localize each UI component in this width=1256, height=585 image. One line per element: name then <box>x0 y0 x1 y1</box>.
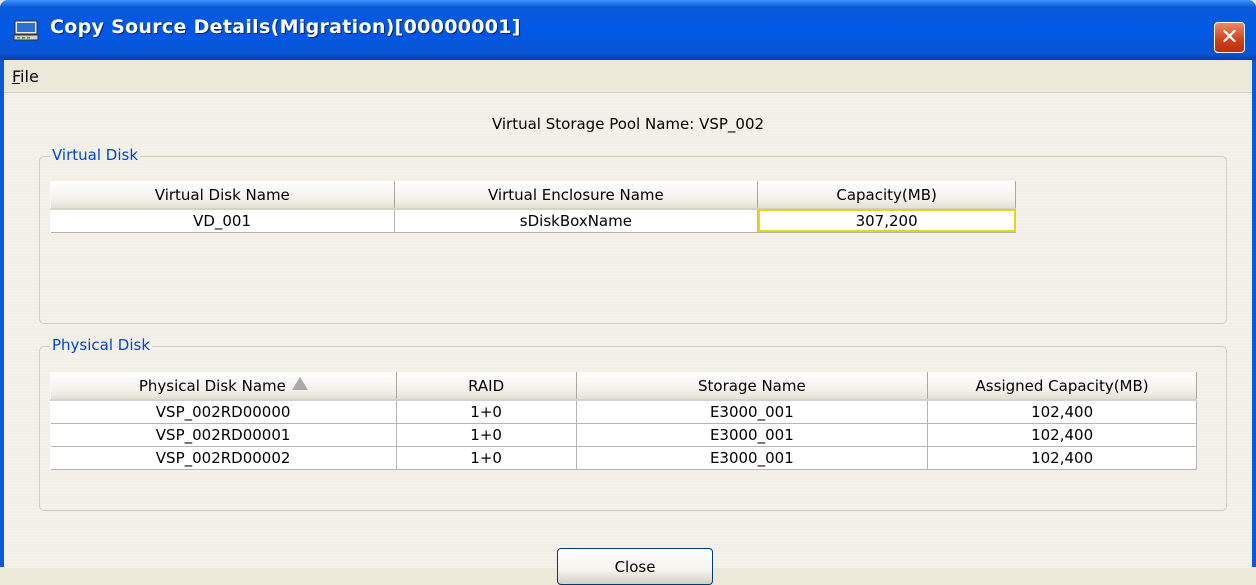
column-header-capacity[interactable]: Capacity(MB) <box>757 181 1016 210</box>
virtual-disk-group-label: Virtual Disk <box>50 146 141 164</box>
content-panel: Virtual Storage Pool Name: VSP_002 Virtu… <box>4 92 1252 568</box>
close-icon: ✕ <box>1220 24 1239 50</box>
title-bar[interactable]: Copy Source Details(Migration)[00000001]… <box>0 0 1256 60</box>
cell-virtual-disk-name[interactable]: VD_001 <box>50 209 395 233</box>
table-header-row: Virtual Disk Name Virtual Enclosure Name… <box>50 181 1016 210</box>
physical-disk-group-label: Physical Disk <box>50 336 153 354</box>
sort-ascending-icon <box>291 376 308 390</box>
cell-capacity[interactable]: 307,200 <box>757 209 1016 233</box>
menu-file-label: ile <box>20 67 39 86</box>
menu-file-mnemonic: F <box>12 67 21 86</box>
cell-storage-name[interactable]: E3000_001 <box>576 446 929 470</box>
column-header-virtual-enclosure-name[interactable]: Virtual Enclosure Name <box>393 181 759 210</box>
cell-raid[interactable]: 1+0 <box>396 446 577 470</box>
cell-physical-disk-name[interactable]: VSP_002RD00000 <box>50 400 397 424</box>
column-header-assigned-capacity[interactable]: Assigned Capacity(MB) <box>927 372 1197 401</box>
pool-name-label: Virtual Storage Pool Name: VSP_002 <box>491 115 765 133</box>
column-header-physical-disk-name-label: Physical Disk Name <box>138 376 286 395</box>
table-row[interactable]: VSP_002RD00001 1+0 E3000_001 102,400 <box>50 423 1197 447</box>
physical-disk-table: Physical Disk Name RAID Storage Name Ass… <box>50 372 1197 470</box>
table-row[interactable]: VSP_002RD00000 1+0 E3000_001 102,400 <box>50 400 1197 424</box>
dialog-window: Copy Source Details(Migration)[00000001]… <box>0 0 1256 585</box>
cell-assigned-capacity[interactable]: 102,400 <box>927 423 1197 447</box>
cell-storage-name[interactable]: E3000_001 <box>576 423 929 447</box>
storage-app-icon <box>13 20 39 41</box>
cell-physical-disk-name[interactable]: VSP_002RD00001 <box>50 423 397 447</box>
client-area: File Virtual Storage Pool Name: VSP_002 … <box>4 60 1252 585</box>
virtual-disk-table: Virtual Disk Name Virtual Enclosure Name… <box>50 181 1016 233</box>
column-header-virtual-disk-name[interactable]: Virtual Disk Name <box>50 181 395 210</box>
cell-raid[interactable]: 1+0 <box>396 400 577 424</box>
menu-bar: File <box>4 60 1252 92</box>
window-close-button[interactable]: ✕ <box>1214 22 1245 53</box>
column-header-raid[interactable]: RAID <box>395 372 577 401</box>
column-header-storage-name[interactable]: Storage Name <box>575 372 929 401</box>
window-title: Copy Source Details(Migration)[00000001] <box>50 16 521 38</box>
table-header-row: Physical Disk Name RAID Storage Name Ass… <box>50 372 1197 401</box>
column-header-physical-disk-name[interactable]: Physical Disk Name <box>50 372 397 401</box>
cell-assigned-capacity[interactable]: 102,400 <box>927 446 1197 470</box>
cell-assigned-capacity[interactable]: 102,400 <box>927 400 1197 424</box>
cell-virtual-enclosure-name[interactable]: sDiskBoxName <box>394 209 759 233</box>
table-row[interactable]: VSP_002RD00002 1+0 E3000_001 102,400 <box>50 446 1197 470</box>
cell-storage-name[interactable]: E3000_001 <box>576 400 929 424</box>
cell-raid[interactable]: 1+0 <box>396 423 577 447</box>
table-row[interactable]: VD_001 sDiskBoxName 307,200 <box>50 209 1016 233</box>
cell-physical-disk-name[interactable]: VSP_002RD00002 <box>50 446 397 470</box>
menu-file[interactable]: File <box>12 67 39 86</box>
